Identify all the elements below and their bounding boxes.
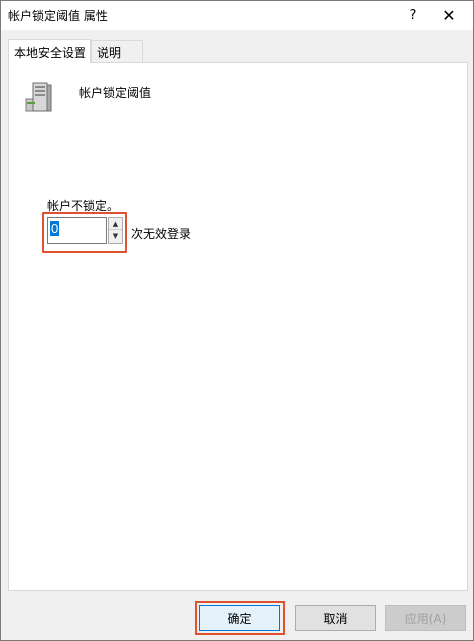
threshold-value: 0 bbox=[50, 221, 60, 236]
properties-dialog: 帐户锁定阈值 属性 ? ✕ 本地安全设置 说明 帐户锁定阈值 帐户不锁定。 0 … bbox=[0, 0, 474, 641]
cancel-button[interactable]: 取消 bbox=[295, 605, 376, 631]
server-policy-icon bbox=[25, 82, 52, 112]
tab-strip: 本地安全设置 说明 bbox=[8, 39, 468, 63]
spin-down-icon[interactable]: ▼ bbox=[109, 230, 122, 242]
help-button[interactable]: ? bbox=[397, 1, 429, 30]
threshold-spinner: ▲ ▼ bbox=[108, 217, 123, 244]
threshold-input[interactable]: 0 bbox=[47, 217, 107, 244]
spin-up-icon[interactable]: ▲ bbox=[109, 218, 122, 230]
policy-name: 帐户锁定阈值 bbox=[79, 86, 152, 100]
title-bar: 帐户锁定阈值 属性 ? ✕ bbox=[1, 1, 473, 30]
tab-explain[interactable]: 说明 bbox=[91, 40, 143, 63]
close-button[interactable]: ✕ bbox=[433, 1, 465, 30]
ok-button[interactable]: 确定 bbox=[199, 605, 280, 631]
tab-local-security-setting[interactable]: 本地安全设置 bbox=[8, 39, 91, 63]
tab-panel: 帐户锁定阈值 帐户不锁定。 0 ▲ ▼ 次无效登录 bbox=[8, 62, 468, 591]
apply-button[interactable]: 应用(A) bbox=[385, 605, 466, 631]
threshold-unit-label: 次无效登录 bbox=[131, 227, 192, 241]
window-title: 帐户锁定阈值 属性 bbox=[8, 9, 108, 23]
